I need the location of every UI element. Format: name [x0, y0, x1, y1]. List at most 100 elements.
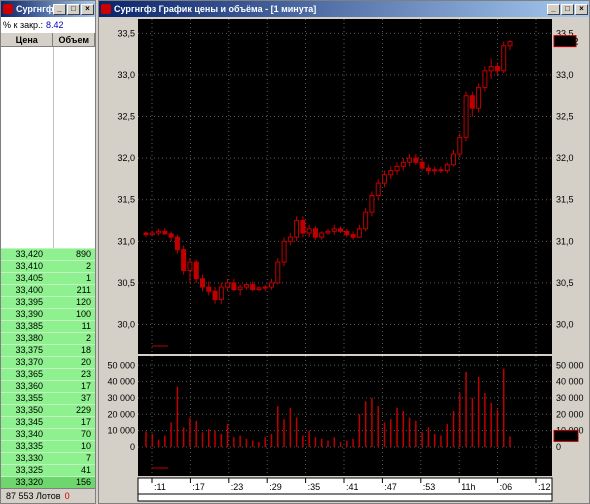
volume-tick-label-left: 10 000 [107, 426, 135, 436]
close-pct-value: 8.42 [46, 19, 64, 30]
chart-window: Сургнгфз График цены и объёма - [1 минут… [98, 0, 590, 504]
candle-body [162, 230, 168, 235]
orderbook-titlebar[interactable]: Сургнгфз _ □ × [1, 1, 95, 17]
orderbook-row[interactable]: 33,340 70 [1, 428, 95, 440]
orderbook-row[interactable]: 33,410 2 [1, 260, 95, 272]
orderbook-row[interactable]: 33,345 17 [1, 416, 95, 428]
row-volume: 17 [80, 417, 91, 427]
footer-count: 0 [64, 491, 70, 501]
row-volume: 37 [80, 393, 91, 403]
orderbook-row[interactable]: 33,370 20 [1, 356, 95, 368]
candle-body [294, 220, 300, 238]
scrollbar [137, 493, 553, 502]
minimize-button[interactable]: _ [53, 3, 66, 15]
volume-tick-label-right: 40 000 [556, 377, 584, 387]
orderbook-row[interactable]: 33,365 23 [1, 368, 95, 380]
orderbook-row[interactable]: 33,405 1 [1, 272, 95, 284]
orderbook-row[interactable]: 33,350 229 [1, 404, 95, 416]
orderbook-row[interactable]: 33,380 2 [1, 332, 95, 344]
chart-close-button[interactable]: × [575, 3, 588, 15]
row-price: 33,390 [15, 309, 43, 319]
orderbook-footer: 87 553 Лотов 0 [1, 488, 95, 503]
candle-body [174, 236, 180, 251]
orderbook-row[interactable]: 33,390 100 [1, 308, 95, 320]
price-tick-label-left: 33,5 [117, 28, 135, 38]
row-price: 33,395 [15, 297, 43, 307]
orderbook-title: Сургнгфз [16, 4, 53, 14]
orderbook-window: Сургнгфз _ □ × % к закр.: 8.42 Цена Объе… [0, 0, 96, 504]
price-tick-label-right: 30,5 [556, 278, 574, 288]
volume-tick-label-left: 30 000 [107, 393, 135, 403]
candle-body [237, 286, 243, 291]
orderbook-table[interactable]: 33,420 890 33,410 2 33,405 1 33,400 211 33,395 12… [1, 47, 95, 488]
candle-body [488, 66, 494, 72]
candle-body [369, 195, 375, 213]
row-volume: 211 [76, 285, 91, 295]
orderbook-row[interactable]: 33,395 120 [1, 296, 95, 308]
orderbook-rows: 33,420 890 33,410 2 33,405 1 33,400 211 33,395 12… [1, 248, 95, 488]
row-volume: 100 [75, 309, 91, 319]
row-volume: 1 [85, 273, 91, 283]
candle-body [168, 233, 174, 238]
candle-body [457, 136, 463, 155]
price-volume-chart[interactable]: :11:17:23:29:35:41:47:53 11h:06:12 33,5 33,… [100, 17, 589, 503]
chart-titlebar[interactable]: Сургнгфз График цены и объёма - [1 минут… [99, 1, 589, 17]
volume-panel [138, 356, 552, 476]
price-tick-label-left: 31,0 [117, 236, 135, 246]
close-pct-bar: % к закр.: 8.42 [1, 17, 95, 32]
row-price: 33,385 [15, 321, 43, 331]
candle-body [388, 170, 394, 176]
chart-maximize-button[interactable]: □ [561, 3, 574, 15]
orderbook-row[interactable]: 33,420 890 [1, 248, 95, 260]
orderbook-row[interactable]: 33,330 7 [1, 452, 95, 464]
candle-body [231, 282, 237, 291]
row-price: 33,350 [15, 405, 43, 415]
col-header-price[interactable]: Цена [1, 33, 54, 46]
row-price: 33,355 [15, 393, 43, 403]
total-lots: 87 553 Лотов [6, 491, 61, 501]
candle-body [306, 228, 312, 234]
price-tick-label-right: 32,5 [556, 112, 574, 122]
orderbook-row[interactable]: 33,400 211 [1, 284, 95, 296]
orderbook-row[interactable]: 33,385 11 [1, 320, 95, 332]
chart-minimize-button[interactable]: _ [547, 3, 560, 15]
row-price: 33,345 [15, 417, 43, 427]
last-price-label: 33,42 [556, 37, 579, 47]
candle-body [432, 169, 438, 172]
row-volume: 10 [80, 441, 91, 451]
candle-body [494, 66, 500, 72]
orderbook-header: Цена Объем [1, 32, 95, 47]
price-tick-label-left: 32,0 [117, 153, 135, 163]
maximize-button[interactable]: □ [67, 3, 80, 15]
candle-body [463, 95, 469, 138]
volume-tick-label-left: 20 000 [107, 409, 135, 419]
orderbook-row[interactable]: 33,335 10 [1, 440, 95, 452]
app-icon [3, 4, 13, 14]
price-legend: Сургнгфз [Price] [174, 341, 241, 351]
orderbook-row[interactable]: 33,355 37 [1, 392, 95, 404]
close-button[interactable]: × [81, 3, 94, 15]
candle-body [331, 228, 337, 232]
candle-body [356, 228, 362, 238]
candle-body [243, 284, 249, 288]
candle-body [338, 228, 344, 232]
price-tick-label-left: 32,5 [117, 112, 135, 122]
orderbook-row[interactable]: 33,320 156 [1, 476, 95, 488]
row-price: 33,380 [15, 333, 43, 343]
candle-body [469, 95, 475, 109]
orderbook-row[interactable]: 33,325 41 [1, 464, 95, 476]
row-volume: 229 [75, 405, 91, 415]
time-label: :29 [269, 482, 282, 492]
orderbook-row[interactable]: 33,375 18 [1, 344, 95, 356]
row-price: 33,370 [15, 357, 43, 367]
candle-body [143, 232, 149, 236]
candle-body [149, 232, 155, 236]
orderbook-row[interactable]: 33,360 17 [1, 380, 95, 392]
time-label: :35 [308, 482, 321, 492]
col-header-volume[interactable]: Объем [53, 33, 95, 46]
candle-body [156, 230, 162, 234]
candle-body [250, 284, 256, 291]
row-price: 33,330 [15, 453, 43, 463]
price-tick-label-right: 31,5 [556, 195, 574, 205]
candle-body [269, 282, 275, 288]
